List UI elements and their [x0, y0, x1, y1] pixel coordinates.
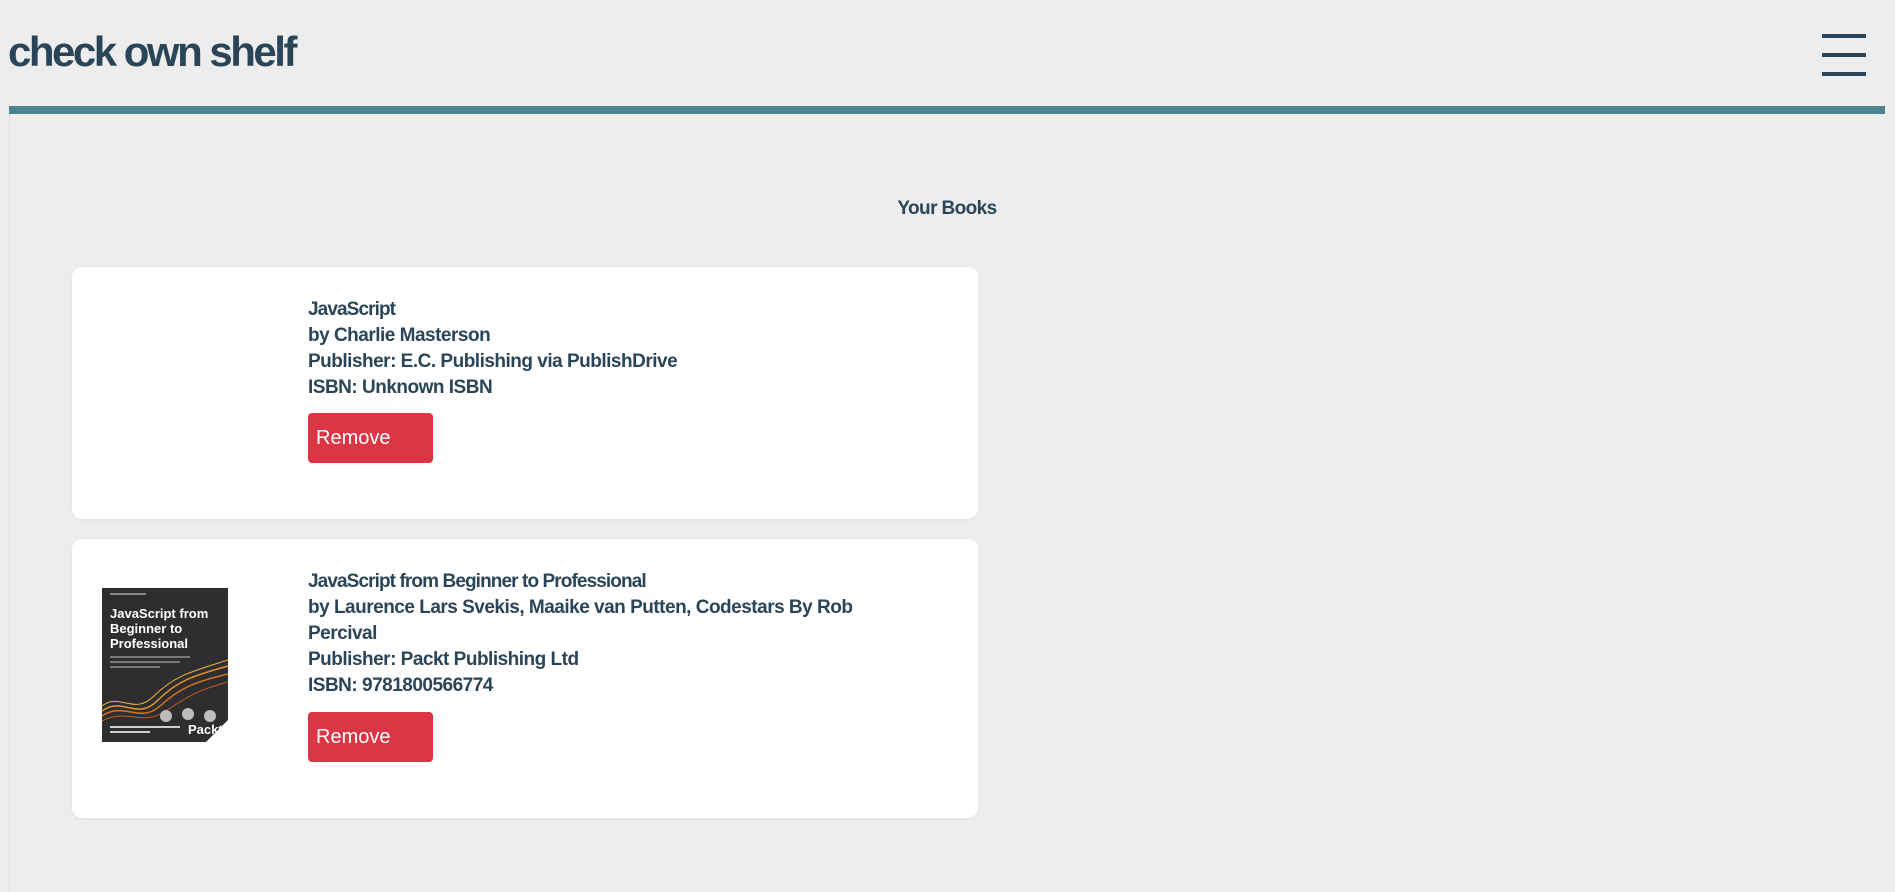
book-card: JavaScript by Charlie Masterson Publishe… [72, 267, 978, 519]
cover-page-curl [206, 720, 228, 742]
remove-button[interactable]: Remove [308, 712, 433, 762]
cover-decoration [110, 593, 146, 595]
brand-title[interactable]: check own shelf [8, 28, 297, 76]
cover-wave-graphic [102, 659, 228, 722]
menu-bar [1822, 72, 1866, 76]
book-isbn: ISBN: Unknown ISBN [308, 377, 493, 398]
book-cover-image: JavaScript from Beginner to Professional… [102, 588, 228, 742]
book-title: JavaScript from Beginner to Professional [308, 571, 647, 592]
hamburger-menu-icon[interactable] [1820, 30, 1868, 80]
book-authors: by Charlie Masterson [308, 325, 491, 346]
book-isbn: ISBN: 9781800566774 [308, 675, 493, 696]
cover-title: JavaScript from Beginner to Professional [110, 606, 209, 651]
menu-bar [1822, 34, 1866, 38]
remove-button[interactable]: Remove [308, 413, 433, 463]
book-info: JavaScript from Beginner to Professional… [308, 569, 918, 699]
book-card: JavaScript from Beginner to Professional… [72, 539, 978, 818]
header-divider [9, 106, 1885, 114]
book-authors: by Laurence Lars Svekis, Maaike van Putt… [308, 597, 853, 644]
menu-bar [1822, 53, 1866, 57]
book-publisher: Publisher: E.C. Publishing via PublishDr… [308, 351, 678, 372]
cover-decoration [110, 726, 180, 728]
page-title: Your Books [897, 198, 997, 219]
book-info: JavaScript by Charlie Masterson Publishe… [308, 297, 918, 401]
main-content: Your Books JavaScript by Charlie Masters… [9, 114, 1885, 892]
book-publisher: Publisher: Packt Publishing Ltd [308, 649, 579, 670]
cover-decoration [110, 731, 150, 733]
app-header: check own shelf [0, 0, 1895, 106]
book-title: JavaScript [308, 299, 396, 320]
